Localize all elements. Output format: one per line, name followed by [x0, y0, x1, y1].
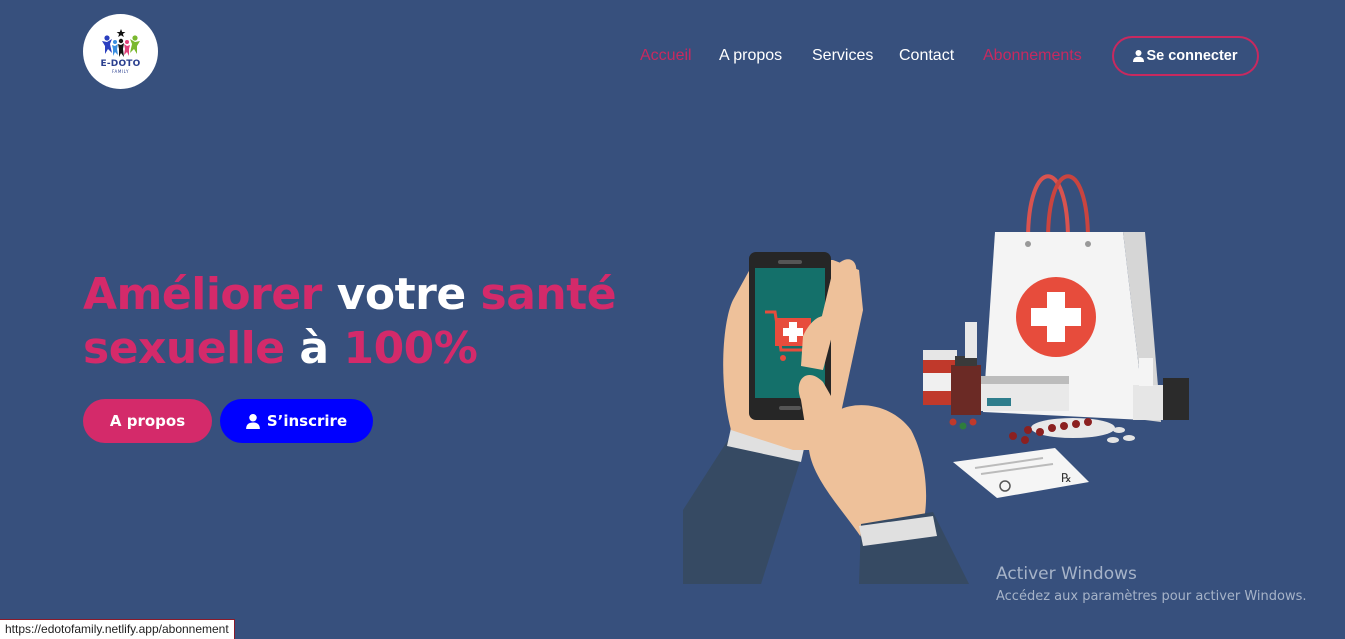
- hero-word: votre: [336, 269, 466, 320]
- nav-abonnements[interactable]: Abonnements: [983, 46, 1082, 66]
- signup-button[interactable]: S’inscrire: [220, 399, 373, 443]
- signup-label: S’inscrire: [266, 412, 348, 430]
- hero-word: sexuelle: [83, 323, 285, 374]
- hero-title: Améliorer votre santé sexuelle à 100%: [83, 268, 643, 376]
- hero-word: 100%: [343, 323, 478, 374]
- login-button[interactable]: Se connecter: [1112, 36, 1259, 76]
- nav-services[interactable]: Services: [812, 46, 873, 66]
- pills-icon: [949, 418, 1135, 444]
- logo-name: E-DOTO: [100, 59, 141, 69]
- nav-accueil[interactable]: Accueil: [640, 46, 692, 66]
- status-bar-url: https://edotofamily.netlify.app/abonneme…: [0, 619, 235, 639]
- nav-contact[interactable]: Contact: [899, 46, 954, 66]
- nav-a-propos[interactable]: A propos: [719, 46, 782, 66]
- about-button[interactable]: A propos: [83, 399, 212, 443]
- user-icon: [1133, 50, 1145, 62]
- hero-word: à: [299, 323, 329, 374]
- svg-text:℞: ℞: [1061, 471, 1072, 485]
- windows-activation-subtitle: Accédez aux paramètres pour activer Wind…: [996, 589, 1307, 604]
- windows-activation-title: Activer Windows: [996, 564, 1137, 584]
- login-label: Se connecter: [1146, 48, 1238, 64]
- hero-word: Améliorer: [83, 269, 322, 320]
- logo-subtitle: FAMILY: [111, 69, 130, 74]
- site-logo[interactable]: E-DOTO FAMILY: [83, 14, 158, 89]
- family-icon: [101, 29, 140, 57]
- user-icon: [245, 413, 260, 429]
- pharmacy-shopping-illustration: ℞: [683, 174, 1189, 584]
- hero-word: santé: [480, 269, 617, 320]
- prescription-icon: ℞: [953, 448, 1089, 498]
